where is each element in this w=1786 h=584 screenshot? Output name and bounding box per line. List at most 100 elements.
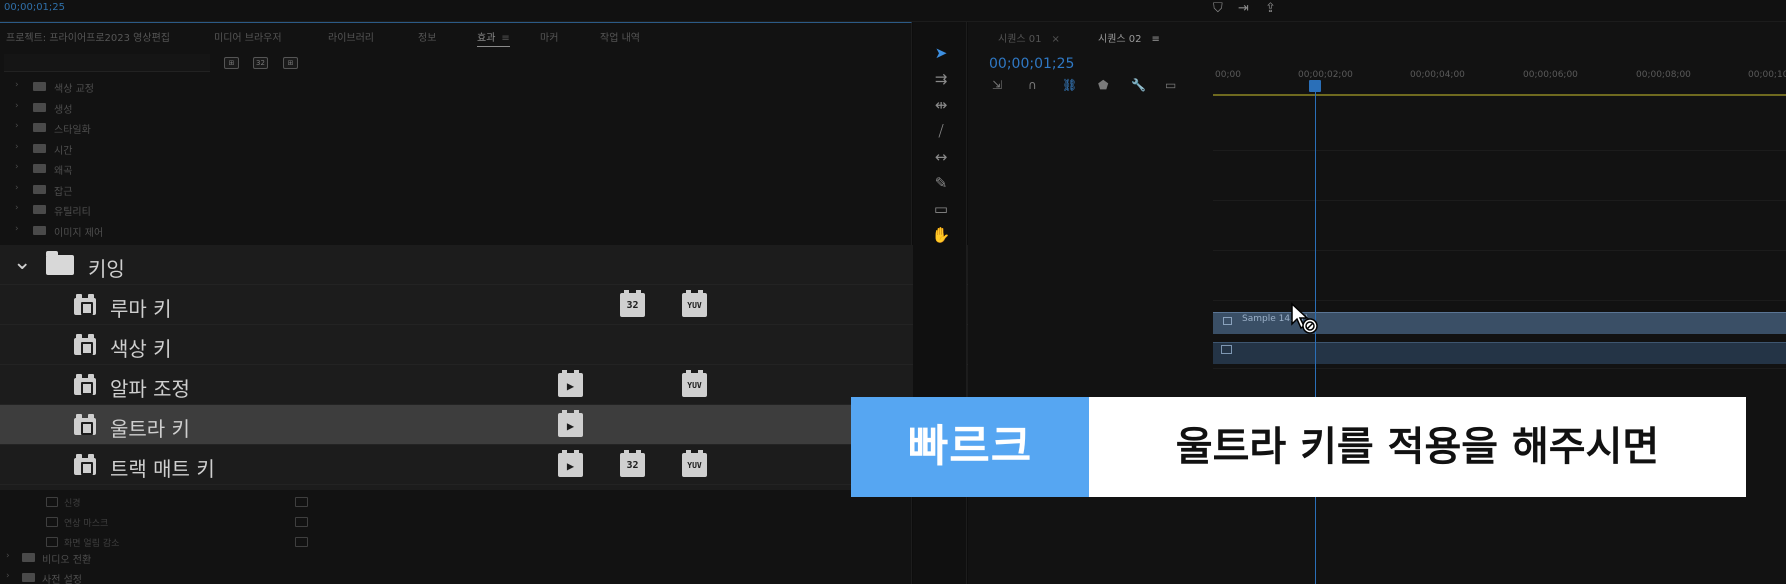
playhead-handle[interactable] (1309, 80, 1321, 92)
selection-tool-icon[interactable]: ➤ (931, 44, 951, 62)
hand-tool-icon[interactable]: ✋ (931, 226, 951, 244)
timeline-settings-wrench-icon[interactable]: 🔧 (1131, 78, 1146, 92)
effects-category-row[interactable]: › 비디오 전환 (0, 548, 912, 568)
effect-label: 연상 마스크 (64, 519, 109, 529)
effects-category-row[interactable]: › 사전 설정 (0, 568, 912, 584)
panel-menu-icon[interactable]: ≡ (501, 33, 509, 44)
track-divider (1213, 150, 1786, 151)
video-effect-icon (74, 414, 96, 436)
effect-row[interactable]: 연상 마스크 (0, 513, 912, 533)
razor-tool-icon[interactable]: ⧸ (931, 122, 951, 140)
folder-icon (33, 205, 46, 214)
folder-icon (22, 573, 35, 582)
tools-panel: ➤ ⇉ ⇹ ⧸ ↔ ✎ ▭ ✋ (913, 22, 967, 584)
folder-icon (33, 143, 46, 153)
panel-tab-label: 라이브러리 (328, 33, 374, 44)
effects-category-row[interactable]: › 잡근 (0, 180, 912, 200)
drag-not-allowed-cursor-icon (1291, 302, 1318, 334)
accelerated-effect-badge-icon: ▶ (558, 450, 583, 477)
panel-tab[interactable]: 정보 (418, 29, 436, 44)
effects-category-label: 유틸리티 (54, 207, 91, 218)
snap-magnet-icon[interactable]: ∩ (1028, 78, 1037, 92)
sequence-timecode[interactable]: 00;00;01;25 (989, 56, 1074, 72)
track-select-tool-icon[interactable]: ⇉ (931, 70, 951, 88)
caption-text: 울트라 키를 적용을 해주시면 (1089, 397, 1746, 497)
work-area-bar[interactable] (1213, 94, 1786, 96)
effects-category-row[interactable]: › 유틸리티 (0, 200, 912, 220)
accelerated-filter-toggle[interactable]: ⊞ (224, 57, 239, 69)
effects-category-row[interactable]: › 시간 (0, 139, 912, 159)
sequence-panel (968, 22, 1786, 584)
chevron-right-icon[interactable]: › (15, 101, 19, 111)
effects-category-label: 시간 (54, 145, 73, 157)
effect-label: 신경 (64, 499, 81, 509)
effects-category-row[interactable]: › 스타일화 (0, 118, 912, 138)
effects-category-label: 왜곡 (54, 166, 73, 177)
filter-icon[interactable]: ⛉ (1213, 1, 1223, 16)
chevron-down-icon[interactable]: ⌄ (13, 250, 31, 275)
video-effect-icon (74, 374, 96, 396)
keying-effect-label: 루마 키 (110, 297, 172, 321)
effects-category-label: 생성 (54, 104, 73, 116)
chevron-right-icon[interactable]: › (6, 571, 10, 581)
folder-icon (33, 164, 46, 173)
chevron-right-icon[interactable]: › (6, 551, 10, 561)
32bit-filter-toggle[interactable]: 32 (253, 57, 268, 69)
chevron-right-icon[interactable]: › (15, 183, 19, 193)
effects-category-label: 잡근 (54, 186, 73, 198)
effects-category-row[interactable]: › 왜곡 (0, 159, 912, 179)
nest-toggle-icon[interactable]: ⇲ (992, 78, 1002, 92)
effects-category-label: 이미지 제어 (54, 227, 104, 239)
folder-icon (22, 553, 35, 562)
yuv-badge-icon: YUV (682, 450, 707, 477)
sequence-tab[interactable]: 시퀀스 02 ≡ (1098, 30, 1160, 45)
audio-clip[interactable] (1213, 342, 1786, 364)
panel-tab[interactable]: 미디어 브라우저 (214, 29, 282, 44)
sequence-tab[interactable]: 시퀀스 01 × (998, 30, 1060, 45)
effects-category-row[interactable]: › 색상 교정 (0, 77, 912, 97)
chevron-right-icon[interactable]: › (15, 224, 19, 234)
effects-category-row[interactable]: › 생성 (0, 98, 912, 118)
folder-icon (33, 123, 46, 132)
effects-search-input[interactable] (4, 54, 210, 72)
linked-selection-icon[interactable]: ⛓ (1062, 78, 1077, 92)
panel-tab-label: 프로젝트: 프라이어프로2023 영상편집 (6, 33, 170, 44)
track-divider (1213, 200, 1786, 201)
video-effect-icon (46, 517, 58, 527)
effects-category-label: 색상 교정 (54, 84, 94, 95)
export-frame-icon[interactable]: ⇥ (1238, 1, 1249, 16)
accelerated-effect-badge-icon: ▶ (558, 370, 583, 397)
slip-tool-icon[interactable]: ↔ (931, 148, 951, 166)
share-icon[interactable]: ⇪ (1265, 1, 1276, 16)
panel-tab[interactable]: 프로젝트: 프라이어프로2023 영상편집 (6, 29, 170, 44)
chevron-right-icon[interactable]: › (15, 142, 19, 152)
chevron-right-icon[interactable]: › (15, 203, 19, 213)
yuv-badge-icon: YUV (682, 370, 707, 397)
panel-tab[interactable]: 작업 내역 (600, 29, 640, 44)
yuv-filter-toggle[interactable]: ⊞ (283, 57, 298, 69)
rectangle-tool-icon[interactable]: ▭ (931, 200, 951, 218)
panel-tab[interactable]: 마커 (540, 29, 558, 44)
panel-tab[interactable]: 효과 ≡ (477, 29, 510, 47)
ruler-tick-label: 00;00;10 (1748, 70, 1786, 80)
effect-row[interactable]: 신경 (0, 493, 912, 513)
caption-track-icon[interactable]: ▭ (1165, 78, 1176, 92)
video-effect-icon-body (74, 378, 96, 395)
effects-category-row[interactable]: › 이미지 제어 (0, 221, 912, 241)
chevron-right-icon[interactable]: › (15, 162, 19, 172)
folder-icon (33, 184, 46, 194)
chevron-right-icon[interactable]: › (15, 121, 19, 131)
add-marker-icon[interactable]: ⬟ (1098, 78, 1108, 92)
panel-menu-icon[interactable]: ≡ (1152, 34, 1160, 45)
accelerated-effect-badge-icon (295, 517, 308, 527)
ripple-edit-tool-icon[interactable]: ⇹ (931, 96, 951, 114)
pen-tool-icon[interactable]: ✎ (931, 174, 951, 192)
video-effect-icon (46, 497, 58, 507)
chevron-right-icon[interactable]: › (15, 80, 19, 90)
panel-tab[interactable]: 라이브러리 (328, 29, 374, 44)
video-effect-icon (74, 454, 96, 476)
video-effect-icon (74, 294, 96, 316)
video-effect-icon (46, 537, 58, 547)
close-icon[interactable]: × (1052, 34, 1060, 45)
track-divider (1213, 250, 1786, 251)
